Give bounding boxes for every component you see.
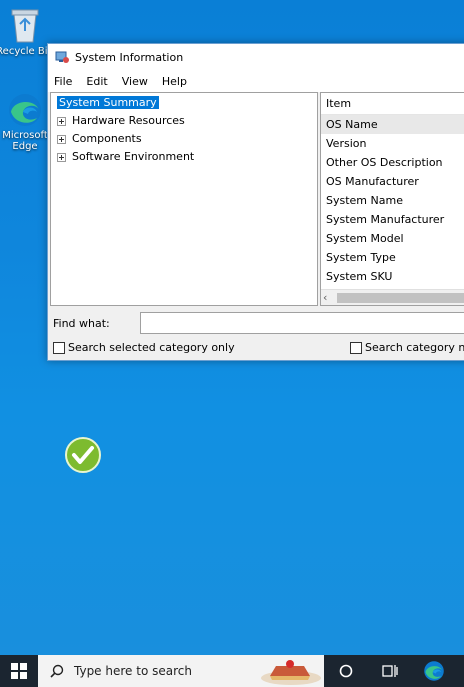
task-view-button[interactable] [368,655,412,687]
taskbar-edge-button[interactable] [412,655,456,687]
edge-icon [9,94,41,126]
details-list[interactable]: Item OS Name Version Other OS Descriptio… [320,92,464,306]
tree-item-software-environment[interactable]: Software Environment [57,149,196,165]
system-information-icon [55,51,69,63]
edge-desktop-label: Microsoft Edge [2,130,48,152]
list-item[interactable]: System SKU [321,267,464,286]
list-item[interactable]: System Model [321,229,464,248]
tree-item-label: Software Environment [72,150,195,163]
recycle-bin-label: Recycle Bin [0,46,54,57]
horizontal-scrollbar[interactable]: ‹ [321,289,464,305]
menu-help[interactable]: Help [162,75,187,88]
tree-item-label: Hardware Resources [72,114,185,127]
search-highlight-pie-icon[interactable] [260,656,322,686]
task-view-icon [382,665,398,677]
taskbar: Type here to search [0,655,464,687]
window-title: System Information [75,50,184,64]
windows-logo-icon [11,663,27,679]
scrollbar-thumb[interactable] [337,293,464,303]
category-tree[interactable]: System Summary Hardware Resources Compon… [50,92,318,306]
find-what-label: Find what: [53,317,110,330]
menu-edit[interactable]: Edit [86,75,107,88]
checkbox-label: Search category na [365,341,464,354]
list-item[interactable]: System Name [321,191,464,210]
scroll-left-icon[interactable]: ‹ [323,291,327,304]
tree-item-label: Components [72,132,142,145]
list-item[interactable]: System Type [321,248,464,267]
checkbox-icon[interactable] [350,341,362,354]
column-header-item[interactable]: Item [321,93,464,115]
list-item[interactable]: System Manufacturer [321,210,464,229]
list-item[interactable]: OS Name [321,115,464,134]
expand-icon[interactable] [57,152,66,162]
tree-item-components[interactable]: Components [57,131,144,147]
expand-icon[interactable] [57,116,66,126]
expand-icon[interactable] [57,134,66,144]
search-selected-category-checkbox[interactable]: Search selected category only [53,341,235,354]
start-button[interactable] [0,655,38,687]
tree-item-label: System Summary [57,96,159,109]
edge-icon [424,661,444,681]
system-information-window: System Information File Edit View Help S… [47,43,464,361]
search-placeholder: Type here to search [74,664,192,678]
taskbar-search-box[interactable]: Type here to search [38,655,324,687]
search-category-names-checkbox[interactable]: Search category na [350,341,464,354]
cortana-circle-icon [339,664,353,678]
find-what-input[interactable] [140,312,464,334]
tree-item-system-summary[interactable]: System Summary [57,95,159,111]
search-icon [50,664,64,678]
recycle-bin-icon [11,9,39,43]
tree-item-hardware-resources[interactable]: Hardware Resources [57,113,187,129]
list-item[interactable]: Version [321,134,464,153]
title-bar[interactable]: System Information [48,44,464,70]
checkbox-icon[interactable] [53,341,65,354]
menu-file[interactable]: File [54,75,72,88]
check-mark-icon [65,437,101,473]
menu-view[interactable]: View [122,75,148,88]
list-item[interactable]: OS Manufacturer [321,172,464,191]
cortana-button[interactable] [324,655,368,687]
menu-bar: File Edit View Help [48,70,464,92]
list-item[interactable]: Other OS Description [321,153,464,172]
checkbox-label: Search selected category only [68,341,235,354]
